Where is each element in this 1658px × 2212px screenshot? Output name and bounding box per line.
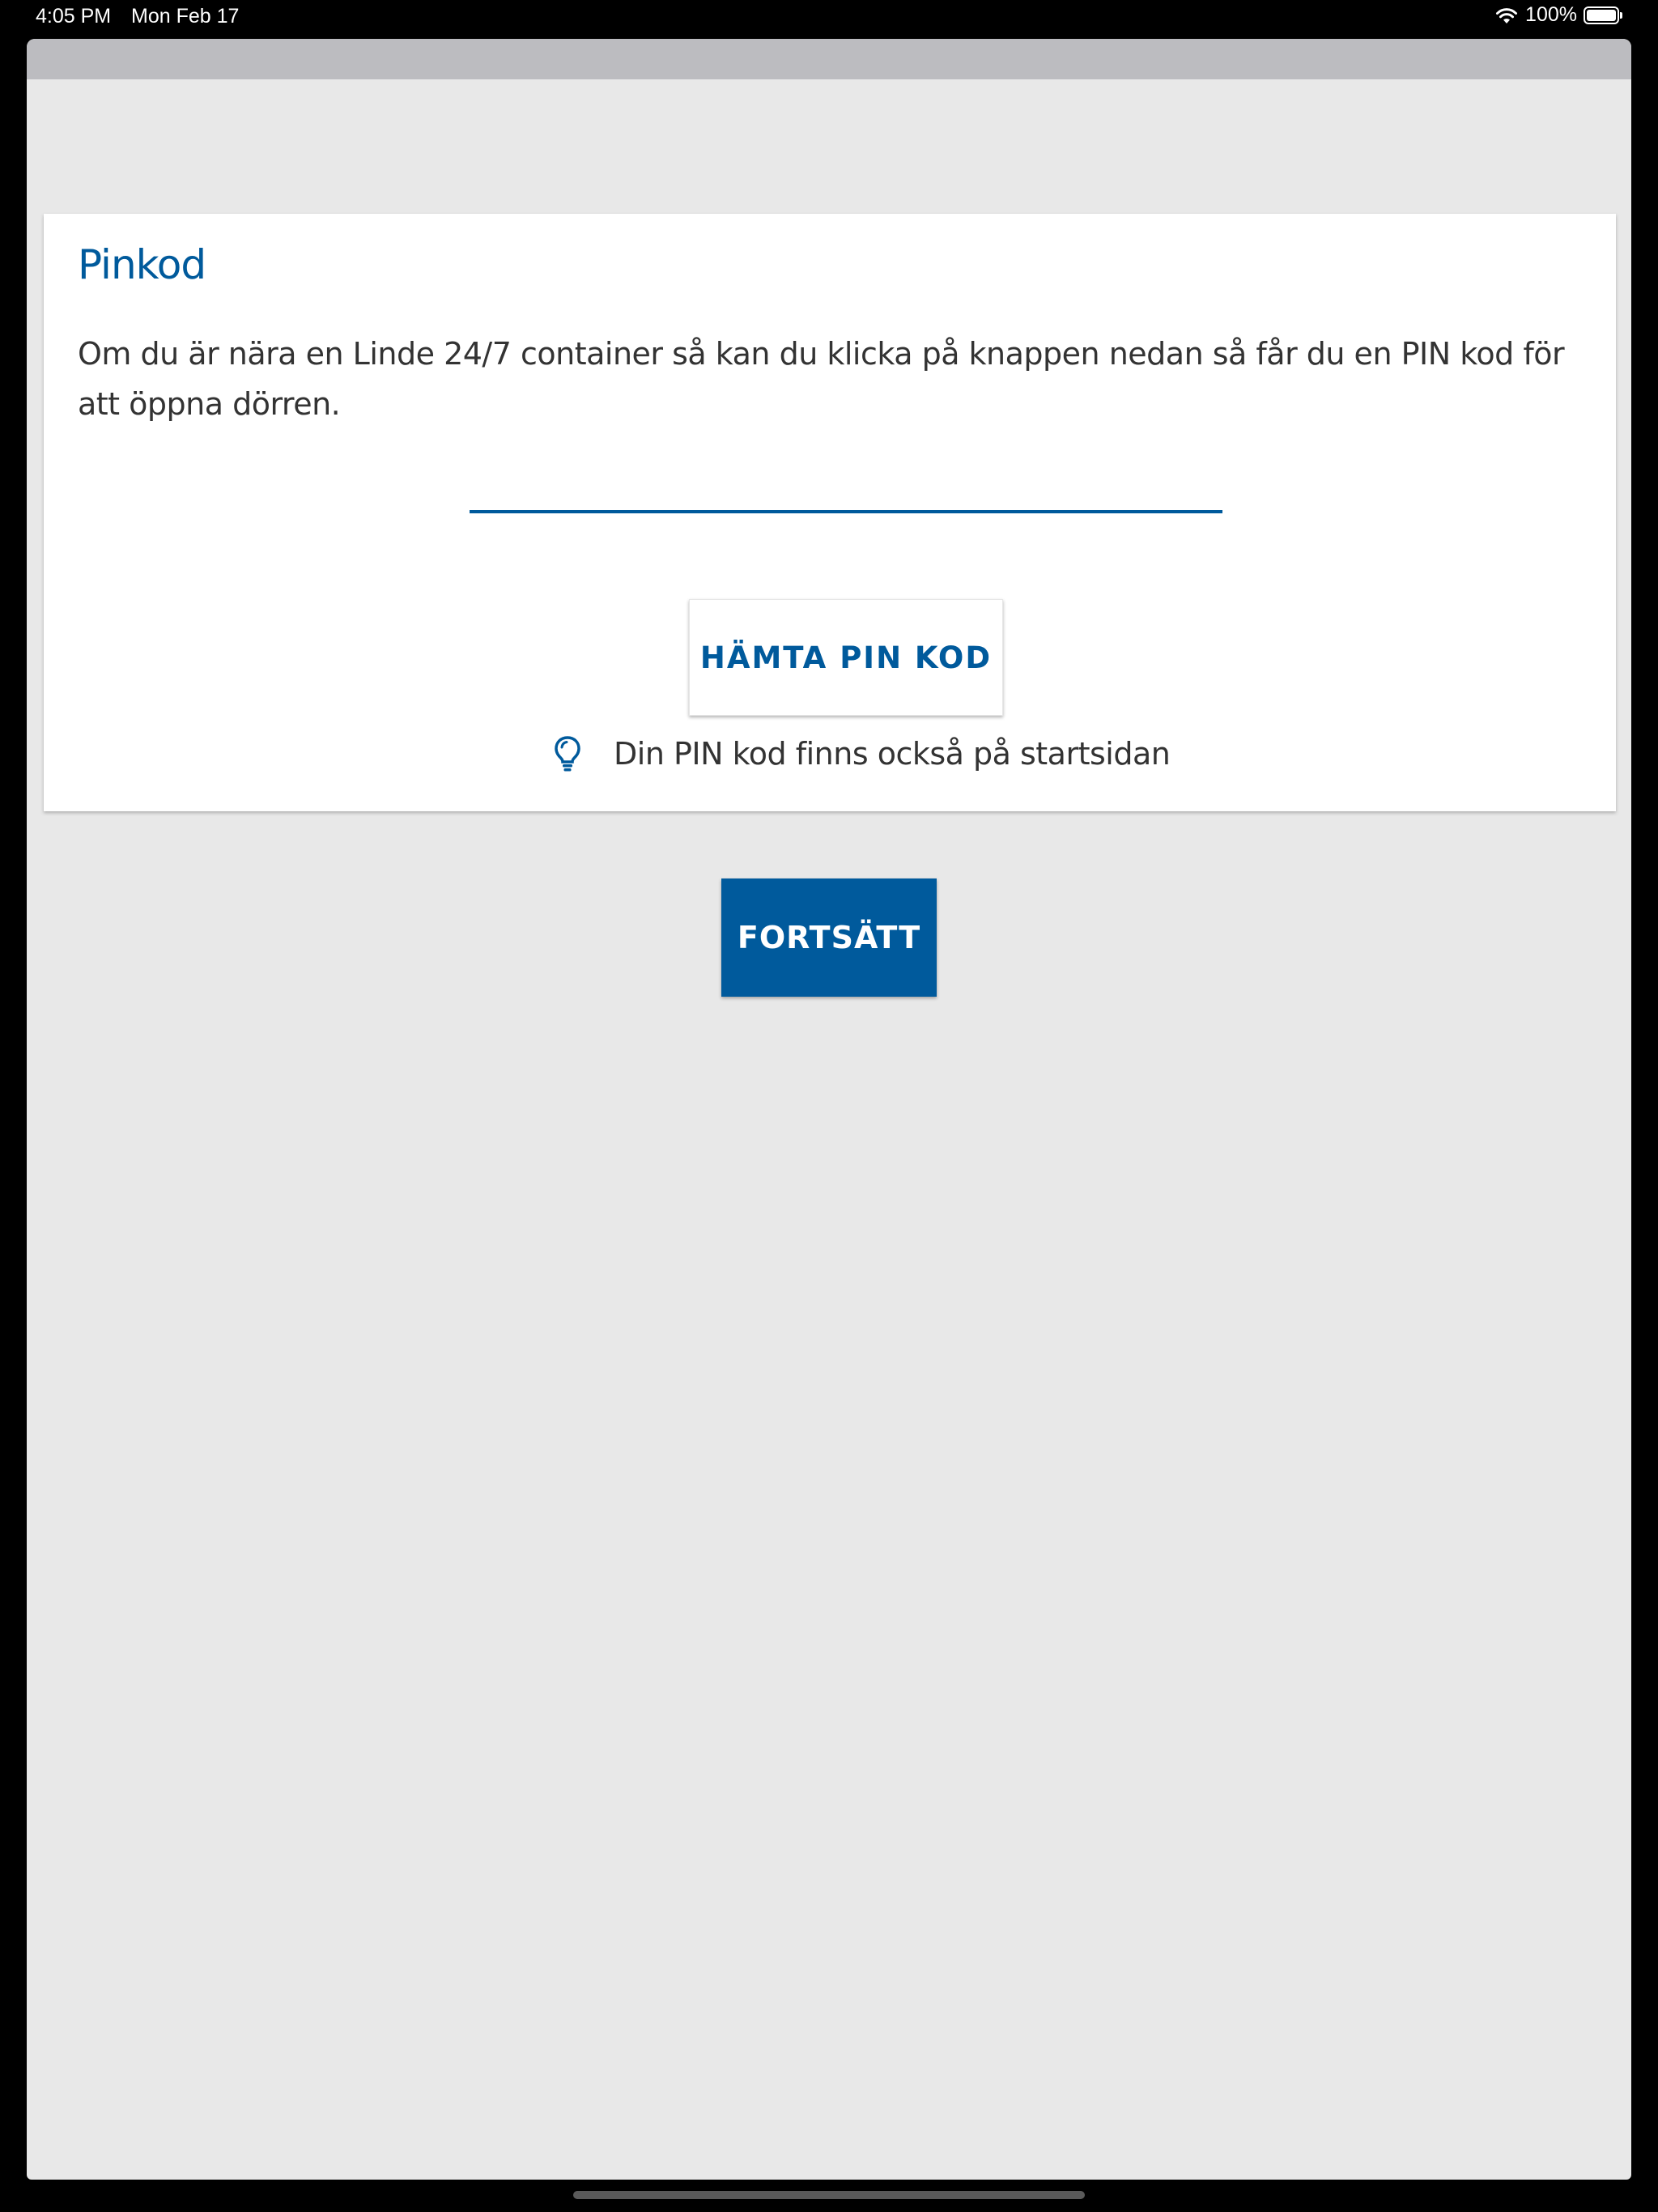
continue-button[interactable]: FORTSÄTT: [721, 878, 937, 997]
battery-percentage: 100%: [1525, 3, 1577, 26]
status-bar: 4:05 PM Mon Feb 17 100%: [0, 0, 1658, 39]
pin-code-input[interactable]: [470, 457, 1222, 513]
hint-text: Din PIN kod finns också på startsidan: [614, 736, 1171, 772]
pin-hint: Din PIN kod finns också på startsidan: [554, 725, 1171, 782]
status-time: 4:05 PM: [36, 5, 112, 28]
app-window: Pinkod Om du är nära en Linde 24/7 conta…: [27, 39, 1631, 2180]
battery-icon: [1584, 6, 1622, 24]
fetch-pin-button[interactable]: HÄMTA PIN KOD: [689, 599, 1003, 716]
status-date: Mon Feb 17: [131, 5, 240, 28]
window-top-bar: [27, 39, 1631, 79]
lightbulb-icon: [554, 735, 581, 772]
home-indicator[interactable]: [573, 2191, 1085, 2199]
card-title: Pinkod: [78, 241, 206, 288]
wifi-icon: [1494, 6, 1519, 25]
status-indicators: 100%: [1494, 3, 1622, 27]
pin-card: Pinkod Om du är nära en Linde 24/7 conta…: [44, 214, 1616, 811]
card-description: Om du är nära en Linde 24/7 container så…: [78, 336, 1565, 422]
